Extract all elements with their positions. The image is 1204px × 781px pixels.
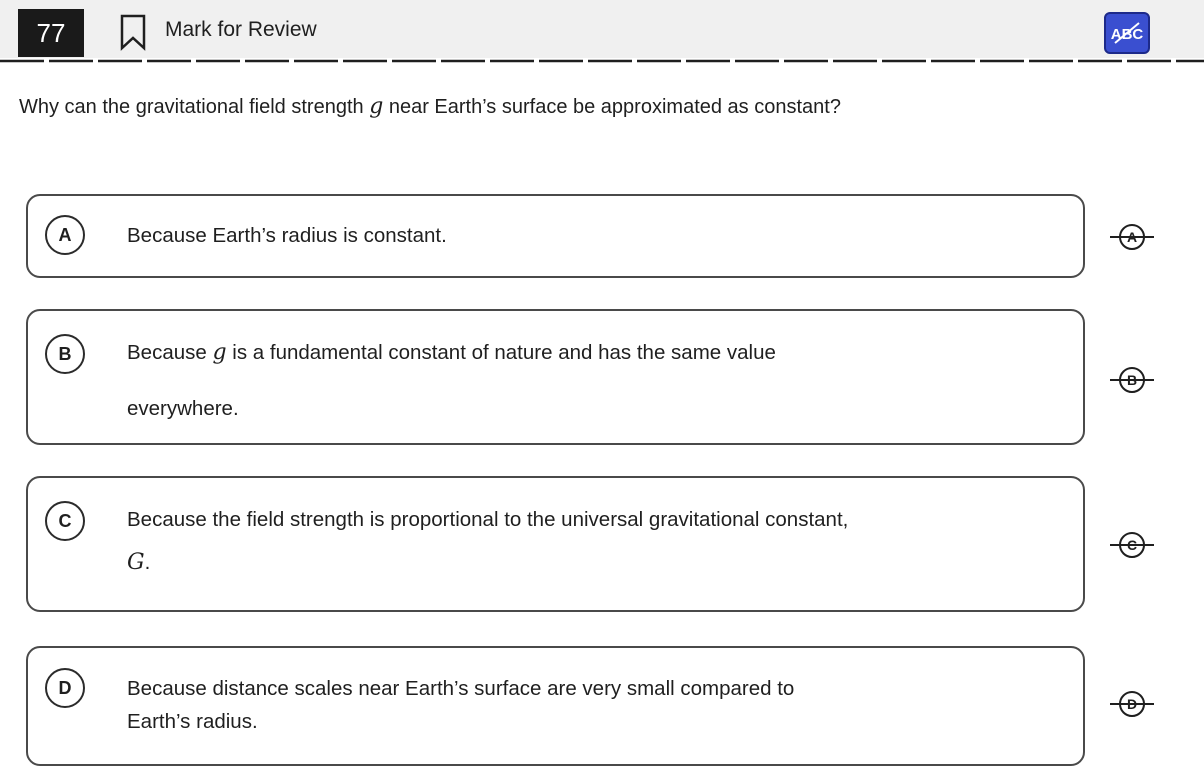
top-bar: 77 Mark for Review ABC — [0, 0, 1204, 58]
choice-d-line2: Earth’s radius. — [127, 710, 258, 733]
question-stem: Why can the gravitational field strength… — [19, 95, 1169, 119]
variable-big-g: G — [127, 550, 145, 575]
choice-b-line1: Because g is a fundamental constant of n… — [127, 341, 1027, 365]
choice-c-line2: G. — [127, 550, 1027, 575]
mark-for-review-label[interactable]: Mark for Review — [165, 18, 317, 42]
eliminate-choice-a[interactable]: A — [1110, 223, 1154, 251]
question-number-badge: 77 — [18, 9, 84, 57]
answer-choice-b[interactable]: B Because g is a fundamental constant of… — [26, 309, 1085, 445]
choice-letter-b: B — [45, 334, 85, 374]
choice-letter-a: A — [45, 215, 85, 255]
choice-b-line2: everywhere. — [127, 397, 239, 420]
variable-g: g — [212, 340, 227, 365]
choice-b-text-end: is a fundamental constant of nature and … — [226, 341, 776, 364]
abc-eliminator-toggle[interactable]: ABC — [1104, 12, 1150, 54]
choice-b-text-start: Because — [127, 341, 213, 364]
strike-line — [1110, 379, 1154, 381]
choice-a-text: Because Earth’s radius is constant. — [127, 224, 447, 247]
choice-c-line1: Because the field strength is proportion… — [127, 508, 849, 531]
answer-choice-c[interactable]: C Because the field strength is proporti… — [26, 476, 1085, 612]
answer-choice-a[interactable]: A Because Earth’s radius is constant. — [26, 194, 1085, 278]
eliminate-choice-c[interactable]: C — [1110, 531, 1154, 559]
choice-d-line1: Because distance scales near Earth’s sur… — [127, 677, 795, 700]
abc-strikethrough-icon: ABC — [1111, 22, 1144, 44]
question-text-end: near Earth’s surface be approximated as … — [383, 96, 841, 118]
eliminate-choice-d[interactable]: D — [1110, 690, 1154, 718]
strike-line — [1110, 544, 1154, 546]
eliminate-choice-b[interactable]: B — [1110, 366, 1154, 394]
choice-letter-c: C — [45, 501, 85, 541]
strike-line — [1110, 703, 1154, 705]
variable-g: g — [369, 94, 384, 119]
bookmark-icon[interactable] — [114, 12, 154, 52]
svg-text:ABC: ABC — [1111, 26, 1144, 43]
choice-letter-d: D — [45, 668, 85, 708]
answer-choice-d[interactable]: D Because distance scales near Earth’s s… — [26, 646, 1085, 766]
question-text-start: Why can the gravitational field strength — [19, 96, 370, 118]
header-divider — [0, 59, 1204, 63]
choice-c-period: . — [144, 551, 151, 574]
strike-line — [1110, 236, 1154, 238]
